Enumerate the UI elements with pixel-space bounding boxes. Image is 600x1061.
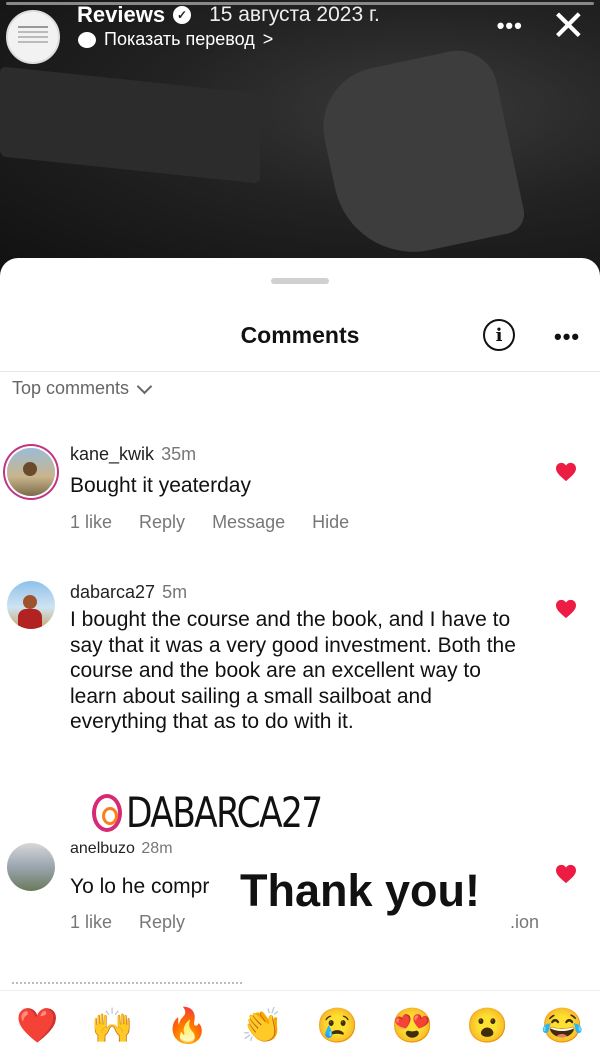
comment-author[interactable]: dabarca27 5m <box>70 582 187 603</box>
red-heart-emoji-icon[interactable]: ❤️ <box>13 1006 63 1046</box>
story-photo-shape <box>0 66 260 184</box>
like-count[interactable]: 1 like <box>70 512 112 533</box>
chevron-down-icon <box>136 378 153 394</box>
reply-button[interactable]: Reply <box>139 512 185 533</box>
like-count[interactable]: 1 like <box>70 912 112 933</box>
avatar-figure <box>23 595 37 609</box>
sort-label: Top comments <box>12 378 130 398</box>
comment-author[interactable]: kane_kwik 35m <box>70 444 196 465</box>
comment-actions: 1 like Reply Message Hide <box>70 512 376 533</box>
translation-button[interactable]: .ion <box>510 912 539 933</box>
avatar[interactable] <box>7 843 55 891</box>
crying-face-emoji-icon[interactable]: 😢 <box>313 1006 363 1046</box>
next-comment-partial <box>12 982 242 988</box>
hide-button[interactable]: Hide <box>312 512 349 533</box>
header-divider <box>0 371 600 372</box>
more-options-icon[interactable]: ••• <box>554 324 580 350</box>
message-button[interactable]: Message <box>212 512 285 533</box>
comment-text: Yo lo he compr <box>70 875 210 898</box>
heart-icon[interactable] <box>555 462 577 482</box>
story-header: Reviews ✓ 15 августа 2023 г. <box>77 2 380 28</box>
raising-hands-emoji-icon[interactable]: 🙌 <box>88 1006 138 1046</box>
comment-time: 35m <box>161 444 197 464</box>
fire-emoji-icon[interactable]: 🔥 <box>163 1006 213 1046</box>
show-translation-label: Показать перевод <box>104 29 255 49</box>
emoji-reaction-bar: ❤️ 🙌 🔥 👏 😢 😍 😮 😂 <box>0 990 600 1061</box>
speech-bubble-icon <box>78 31 96 48</box>
reply-button[interactable]: Reply <box>139 912 185 933</box>
heart-icon[interactable] <box>555 599 577 619</box>
close-icon[interactable]: ✕ <box>551 5 586 47</box>
comment-time: 28m <box>141 840 173 857</box>
heart-eyes-emoji-icon[interactable]: 😍 <box>388 1006 438 1046</box>
story-more-options-icon[interactable]: ••• <box>497 13 523 39</box>
heart-icon[interactable] <box>555 864 577 884</box>
comment-time: 5m <box>162 582 188 602</box>
avatar[interactable] <box>7 581 55 629</box>
tears-of-joy-emoji-icon[interactable]: 😂 <box>538 1006 588 1046</box>
thank-you-sticker: Thank you! <box>240 865 481 916</box>
clapping-hands-emoji-icon[interactable]: 👏 <box>238 1006 288 1046</box>
account-name[interactable]: Reviews <box>77 2 165 28</box>
comment-text: I bought the course and the book, and I … <box>70 608 516 733</box>
comment-username[interactable]: anelbuzo <box>70 840 135 857</box>
comment-text: Bought it yeaterday <box>70 474 251 497</box>
threads-logo-icon <box>92 793 122 832</box>
comment-author[interactable]: anelbuzo 28m <box>70 840 173 858</box>
sort-dropdown[interactable]: Top comments <box>12 378 153 399</box>
sheet-drag-handle[interactable] <box>271 278 329 284</box>
story-photo-person <box>312 43 528 267</box>
avatar-document-icon <box>18 26 48 28</box>
chevron-right-icon: > <box>262 29 274 49</box>
surprised-face-emoji-icon[interactable]: 😮 <box>463 1006 513 1046</box>
verified-badge-icon: ✓ <box>173 6 192 24</box>
info-icon[interactable]: i <box>483 319 515 351</box>
story-top-controls: ••• ✕ <box>497 5 586 47</box>
story-date: 15 августа 2023 г. <box>209 3 380 26</box>
show-translation-link[interactable]: Показать перевод > <box>78 29 273 50</box>
comment-actions: 1 like Reply <box>70 912 212 933</box>
account-avatar[interactable] <box>6 10 60 64</box>
avatar-figure <box>23 462 37 476</box>
handle-sticker-text: DABARCA27 <box>126 788 323 837</box>
instagram-handle-sticker: DABARCA27 <box>92 788 364 837</box>
avatar[interactable] <box>7 448 55 496</box>
avatar-figure-body <box>18 609 42 629</box>
comment-username[interactable]: dabarca27 <box>70 582 155 602</box>
comment-username[interactable]: kane_kwik <box>70 444 154 464</box>
